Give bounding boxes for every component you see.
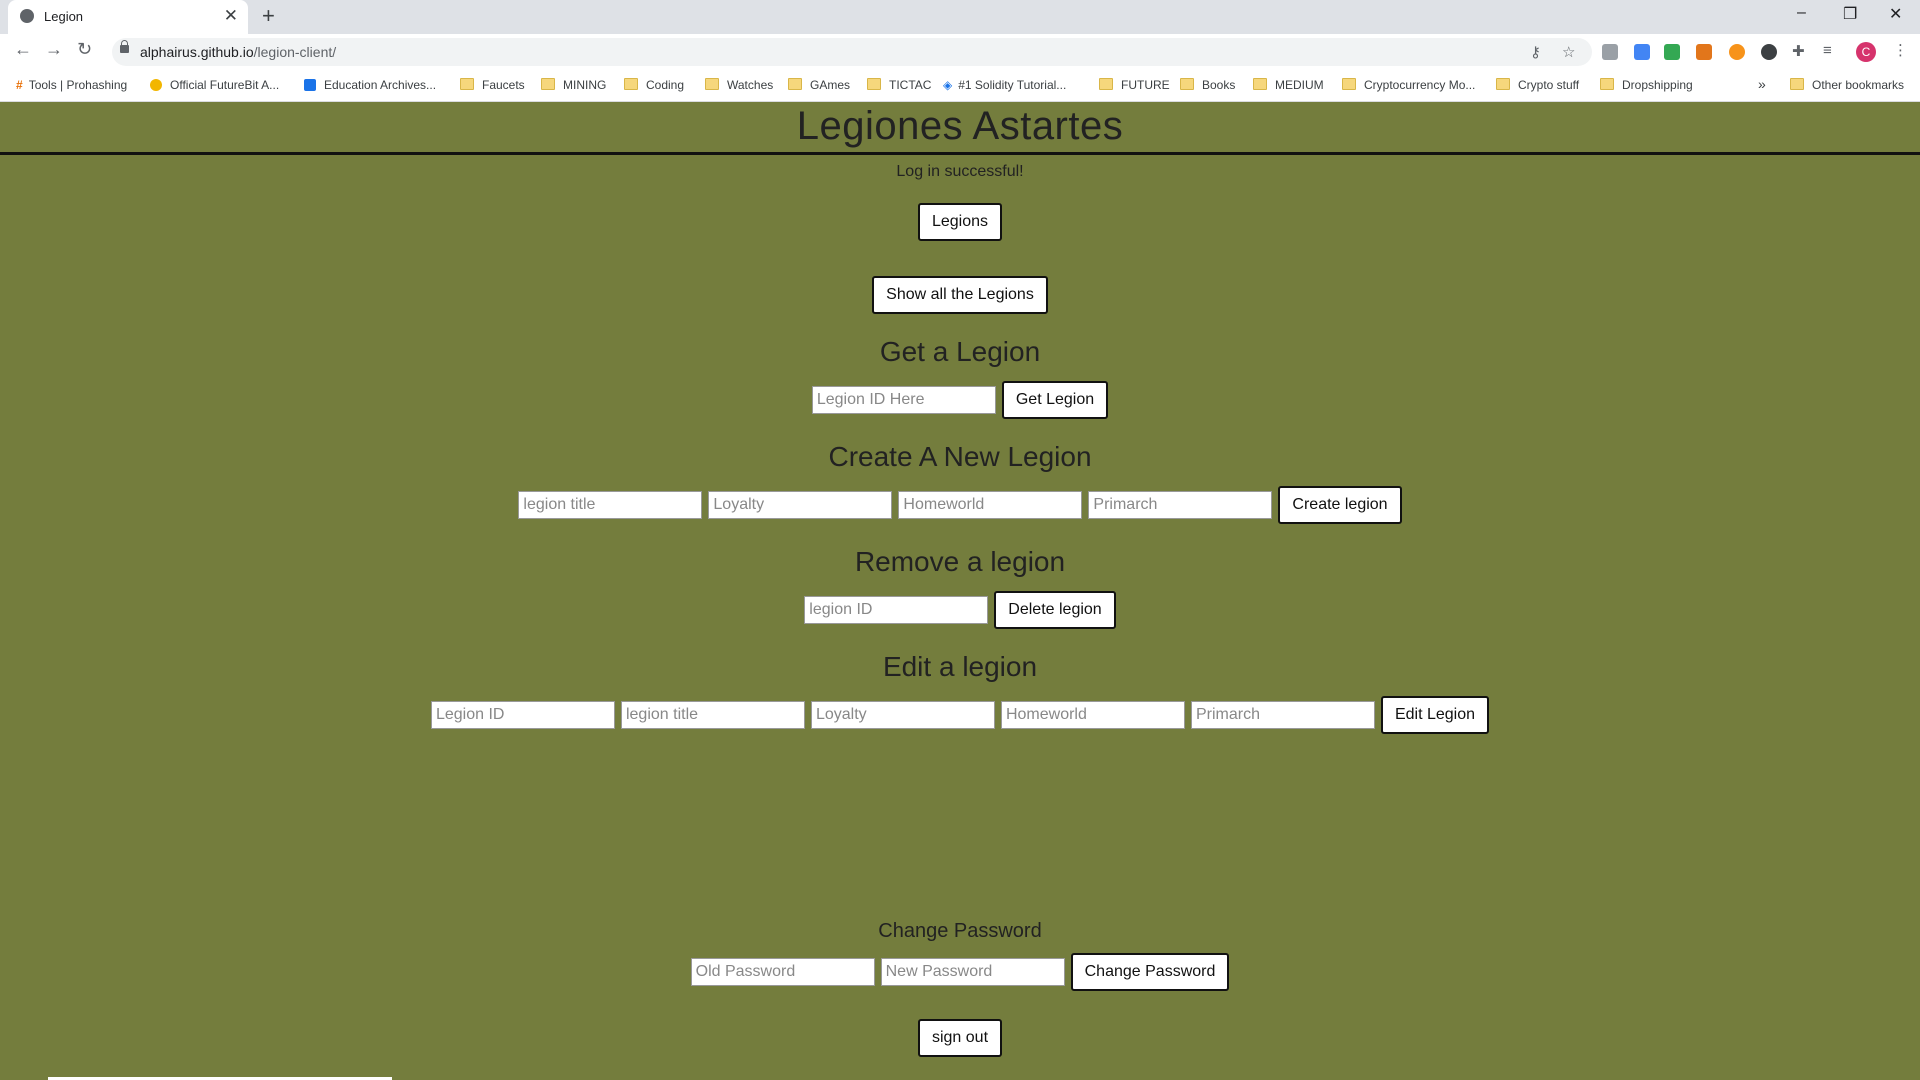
metamask-icon[interactable] bbox=[1696, 44, 1712, 60]
edit-legion-button[interactable]: Edit Legion bbox=[1380, 696, 1490, 734]
close-tab-icon[interactable]: ✕ bbox=[224, 6, 238, 26]
forward-icon[interactable]: → bbox=[45, 39, 63, 60]
close-window-icon[interactable]: ✕ bbox=[1889, 4, 1902, 24]
address-bar[interactable]: alphairus.github.io/legion-client/ ⚷ ☆ bbox=[112, 38, 1592, 66]
bookmark-item[interactable]: TICTAC bbox=[867, 78, 931, 92]
extension-icon[interactable] bbox=[1634, 44, 1650, 60]
new-password-input[interactable] bbox=[880, 958, 1065, 986]
extension-icon[interactable] bbox=[1602, 44, 1618, 60]
signout-row: sign out bbox=[0, 1019, 1920, 1057]
avatar[interactable]: C bbox=[1856, 42, 1876, 62]
create-legion-form: Create legion bbox=[0, 486, 1920, 524]
reload-icon[interactable]: ↻ bbox=[77, 39, 92, 60]
remove-legion-id-input[interactable] bbox=[804, 596, 989, 624]
remove-legion-heading: Remove a legion bbox=[854, 546, 1066, 577]
bookmark-item[interactable]: Faucets bbox=[460, 78, 525, 92]
browser-tab[interactable]: Legion ✕ bbox=[8, 0, 248, 34]
reading-list-icon[interactable]: ≡ bbox=[1823, 42, 1832, 59]
create-title-input[interactable] bbox=[518, 491, 703, 519]
menu-icon[interactable]: ⋮ bbox=[1893, 41, 1908, 59]
change-password-heading: Change Password bbox=[878, 920, 1042, 942]
bookmark-item[interactable]: MEDIUM bbox=[1253, 78, 1324, 92]
extension-icon[interactable] bbox=[1761, 44, 1777, 60]
show-all-row: Show all the Legions bbox=[0, 276, 1920, 314]
page-header: Legiones Astartes bbox=[0, 102, 1920, 155]
bookmark-item[interactable]: FUTURE bbox=[1099, 78, 1170, 92]
lock-icon bbox=[120, 40, 129, 53]
key-icon[interactable]: ⚷ bbox=[1530, 43, 1541, 61]
other-bookmarks[interactable]: Other bookmarks bbox=[1790, 78, 1904, 92]
back-icon[interactable]: ← bbox=[14, 39, 32, 60]
more-bookmarks-icon[interactable]: » bbox=[1758, 76, 1766, 92]
browser-toolbar: ← → ↻ alphairus.github.io/legion-client/… bbox=[0, 34, 1920, 70]
bookmark-item[interactable]: Crypto stuff bbox=[1496, 78, 1579, 92]
legions-button[interactable]: Legions bbox=[917, 203, 1003, 241]
bookmark-item[interactable]: ◈ #1 Solidity Tutorial... bbox=[943, 78, 1066, 92]
minimize-icon[interactable]: – bbox=[1797, 4, 1806, 22]
new-tab-icon[interactable]: + bbox=[262, 3, 275, 29]
old-password-input[interactable] bbox=[690, 958, 875, 986]
bookmark-item[interactable]: Watches bbox=[705, 78, 773, 92]
edit-homeworld-input[interactable] bbox=[1000, 701, 1185, 729]
delete-legion-button[interactable]: Delete legion bbox=[994, 591, 1116, 629]
edit-id-input[interactable] bbox=[430, 701, 615, 729]
restore-icon[interactable]: ❐ bbox=[1843, 4, 1857, 24]
edit-legion-form: Edit Legion bbox=[0, 696, 1920, 734]
edit-primarch-input[interactable] bbox=[1190, 701, 1375, 729]
extension-icon[interactable] bbox=[1729, 44, 1745, 60]
page-body: Legiones Astartes Log in successful! Leg… bbox=[0, 102, 1920, 1080]
create-primarch-input[interactable] bbox=[1088, 491, 1273, 519]
legions-row: Legions bbox=[0, 203, 1920, 241]
get-legion-heading: Get a Legion bbox=[879, 336, 1041, 367]
edit-loyalty-input[interactable] bbox=[810, 701, 995, 729]
remove-legion-form: Delete legion bbox=[0, 591, 1920, 629]
edit-title-input[interactable] bbox=[620, 701, 805, 729]
bookmark-item[interactable]: MINING bbox=[541, 78, 606, 92]
create-homeworld-input[interactable] bbox=[898, 491, 1083, 519]
create-loyalty-input[interactable] bbox=[708, 491, 893, 519]
change-password-button[interactable]: Change Password bbox=[1070, 953, 1230, 991]
sign-out-button[interactable]: sign out bbox=[917, 1019, 1003, 1057]
get-legion-id-input[interactable] bbox=[811, 386, 996, 414]
bookmark-item[interactable]: Dropshipping bbox=[1600, 78, 1693, 92]
status-message: Log in successful! bbox=[896, 163, 1024, 180]
bookmark-item[interactable]: Official FutureBit A... bbox=[150, 78, 279, 92]
star-icon[interactable]: ☆ bbox=[1562, 43, 1575, 61]
get-legion-form: Get Legion bbox=[0, 381, 1920, 419]
bookmark-item[interactable]: Cryptocurrency Mo... bbox=[1342, 78, 1475, 92]
url-text: alphairus.github.io/legion-client/ bbox=[140, 44, 337, 60]
browser-tabstrip: Legion ✕ + – ❐ ✕ bbox=[0, 0, 1920, 34]
get-legion-button[interactable]: Get Legion bbox=[1001, 381, 1109, 419]
puzzle-icon[interactable]: ✚ bbox=[1792, 42, 1805, 60]
create-legion-heading: Create A New Legion bbox=[828, 441, 1092, 472]
bookmark-item[interactable]: GAmes bbox=[788, 78, 850, 92]
bookmark-item[interactable]: Books bbox=[1180, 78, 1235, 92]
bookmark-item[interactable]: Education Archives... bbox=[304, 78, 436, 92]
edit-legion-heading: Edit a legion bbox=[882, 651, 1038, 682]
extension-icon[interactable] bbox=[1664, 44, 1680, 60]
tab-title: Legion bbox=[44, 9, 84, 24]
bookmark-item[interactable]: # Tools | Prohashing bbox=[16, 78, 127, 92]
change-password-form: Change Password bbox=[0, 953, 1920, 991]
bookmarks-bar: # Tools | Prohashing Official FutureBit A… bbox=[0, 70, 1920, 102]
show-all-legions-button[interactable]: Show all the Legions bbox=[872, 276, 1048, 314]
globe-icon bbox=[20, 9, 34, 23]
create-legion-button[interactable]: Create legion bbox=[1278, 486, 1402, 524]
page-title: Legiones Astartes bbox=[796, 104, 1124, 148]
bookmark-item[interactable]: Coding bbox=[624, 78, 684, 92]
